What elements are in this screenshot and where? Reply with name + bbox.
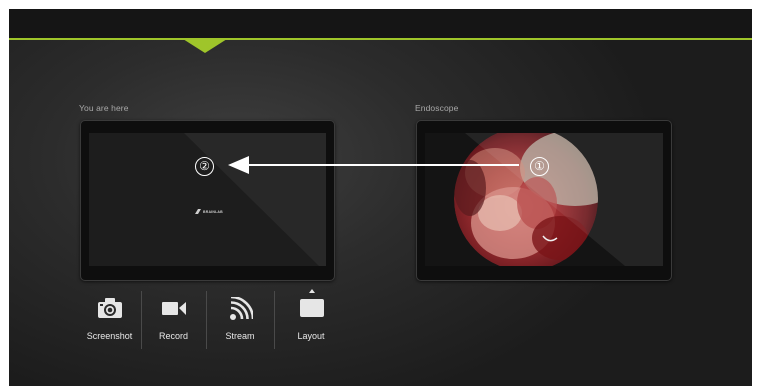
you-are-here-panel[interactable]: BRAINLAB ②	[80, 120, 335, 281]
toolbar: Screenshot Record Stream Layout	[79, 289, 349, 349]
layout-label: Layout	[297, 331, 325, 341]
brainlab-logo-text: BRAINLAB	[203, 209, 223, 214]
endoscope-panel[interactable]: ①	[416, 120, 672, 281]
stream-icon	[230, 297, 253, 320]
stream-label: Stream	[225, 331, 255, 341]
left-panel-caption: You are here	[79, 103, 129, 113]
accent-line	[9, 38, 752, 40]
screenshot-button[interactable]: Screenshot	[79, 291, 140, 349]
stream-button[interactable]: Stream	[207, 291, 273, 349]
record-button[interactable]: Record	[142, 291, 205, 349]
top-bar	[9, 9, 752, 38]
brainlab-logo-icon	[195, 209, 201, 214]
video-camera-icon	[162, 302, 186, 315]
record-label: Record	[158, 331, 188, 341]
badge-one: ①	[530, 157, 549, 176]
screen-glare	[184, 133, 326, 266]
brainlab-logo: BRAINLAB	[195, 209, 223, 214]
camera-icon	[98, 298, 122, 318]
badge-two: ②	[195, 157, 214, 176]
endoscope-image	[425, 133, 663, 266]
app-window: You are here BRAINLAB ② Endoscope ① Scre…	[9, 9, 752, 386]
page: You are here BRAINLAB ② Endoscope ① Scre…	[0, 0, 761, 390]
chevron-down-icon[interactable]	[183, 39, 227, 55]
endoscope-screen	[425, 133, 663, 266]
you-are-here-screen: BRAINLAB	[89, 133, 326, 266]
layout-button[interactable]: Layout	[275, 289, 347, 349]
screenshot-label: Screenshot	[86, 331, 133, 341]
right-panel-caption: Endoscope	[415, 103, 459, 113]
layout-icon	[300, 289, 324, 317]
